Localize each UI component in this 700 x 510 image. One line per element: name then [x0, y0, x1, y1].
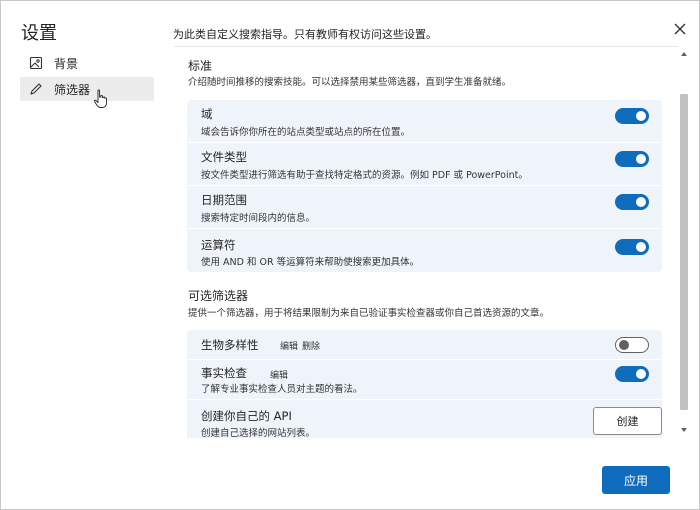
optional-section-description: 提供一个筛选器，用于将结果限制为来自已验证事实检查器或你自己首选资源的文章。	[188, 308, 550, 319]
create-api-row: 创建你自己的 API 创建自己选择的网站列表。 创建	[187, 400, 662, 438]
edit-link[interactable]: 编辑	[270, 371, 288, 381]
settings-intro: 为此类自定义搜索指导。只有教师有权访问这些设置。	[173, 28, 437, 41]
operators-toggle[interactable]	[615, 239, 649, 255]
optional-section-title: 可选筛选器	[188, 289, 249, 303]
optional-filters-group: 生物多样性 编辑 删除 事实检查 编辑 了解专业事实检查人员对主题的看法。 创建你…	[187, 330, 662, 438]
filter-actions: 编辑	[270, 368, 292, 381]
sidebar-item-background[interactable]: 背景	[20, 51, 154, 75]
filter-description: 搜索特定时间段内的信息。	[201, 213, 316, 224]
sidebar-item-label: 背景	[54, 56, 79, 71]
date-range-toggle[interactable]	[615, 194, 649, 210]
close-icon	[674, 23, 686, 35]
filter-description: 域会告诉你你所在的站点类型或站点的所在位置。	[201, 127, 411, 138]
pencil-icon	[24, 82, 48, 96]
scroll-down-arrow-icon[interactable]	[680, 426, 688, 434]
fact-check-toggle[interactable]	[615, 366, 649, 382]
standard-section-title: 标准	[188, 59, 213, 73]
filter-row-domain: 域 域会告诉你你所在的站点类型或站点的所在位置。	[187, 100, 662, 143]
scrollbar[interactable]	[678, 46, 690, 438]
delete-link[interactable]: 删除	[302, 342, 320, 352]
close-button[interactable]	[669, 18, 691, 40]
filter-description: 使用 AND 和 OR 等运算符来帮助使搜索更加具体。	[201, 257, 420, 268]
scrollbar-thumb[interactable]	[680, 94, 688, 410]
sidebar-item-label: 筛选器	[54, 82, 91, 97]
hand-cursor-icon	[94, 89, 107, 108]
filter-row-fact-check: 事实检查 编辑 了解专业事实检查人员对主题的看法。	[187, 360, 662, 400]
filter-title: 运算符	[201, 238, 236, 252]
standard-filters-group: 域 域会告诉你你所在的站点类型或站点的所在位置。 文件类型 按文件类型进行筛选有…	[187, 100, 662, 272]
create-button[interactable]: 创建	[593, 407, 662, 435]
filter-row-biodiversity: 生物多样性 编辑 删除	[187, 330, 662, 360]
filter-title: 生物多样性	[201, 338, 259, 352]
filter-title: 域	[201, 107, 213, 121]
create-api-description: 创建自己选择的网站列表。	[201, 428, 316, 438]
biodiversity-toggle[interactable]	[615, 337, 649, 353]
image-icon	[24, 56, 48, 70]
filter-description: 了解专业事实检查人员对主题的看法。	[201, 384, 363, 395]
filter-row-file-type: 文件类型 按文件类型进行筛选有助于查找特定格式的资源。例如 PDF 或 Powe…	[187, 143, 662, 186]
standard-section-description: 介绍随时间推移的搜索技能。可以选择禁用某些筛选器，直到学生准备就绪。	[188, 77, 512, 88]
scroll-up-arrow-icon[interactable]	[680, 50, 688, 58]
domain-toggle[interactable]	[615, 108, 649, 124]
filter-row-date-range: 日期范围 搜索特定时间段内的信息。	[187, 186, 662, 229]
filter-title: 文件类型	[201, 150, 247, 164]
filter-title: 日期范围	[201, 193, 247, 207]
filter-title: 事实检查	[201, 366, 247, 380]
file-type-toggle[interactable]	[615, 151, 649, 167]
edit-link[interactable]: 编辑	[280, 342, 298, 352]
create-api-title: 创建你自己的 API	[201, 409, 292, 423]
filters-panel: 标准 介绍随时间推移的搜索技能。可以选择禁用某些筛选器，直到学生准备就绪。 域 …	[174, 46, 678, 438]
filter-row-operators: 运算符 使用 AND 和 OR 等运算符来帮助使搜索更加具体。	[187, 229, 662, 272]
filter-description: 按文件类型进行筛选有助于查找特定格式的资源。例如 PDF 或 PowerPoin…	[201, 170, 528, 181]
settings-dialog: 设置 背景 筛选器 为此类自定义搜索指导。只有教师有权访问这些设置。 标准 介绍…	[0, 0, 700, 510]
dialog-title: 设置	[21, 23, 57, 44]
apply-button[interactable]: 应用	[602, 466, 670, 494]
filter-actions: 编辑 删除	[280, 339, 324, 352]
sidebar-item-filters[interactable]: 筛选器	[20, 77, 154, 101]
